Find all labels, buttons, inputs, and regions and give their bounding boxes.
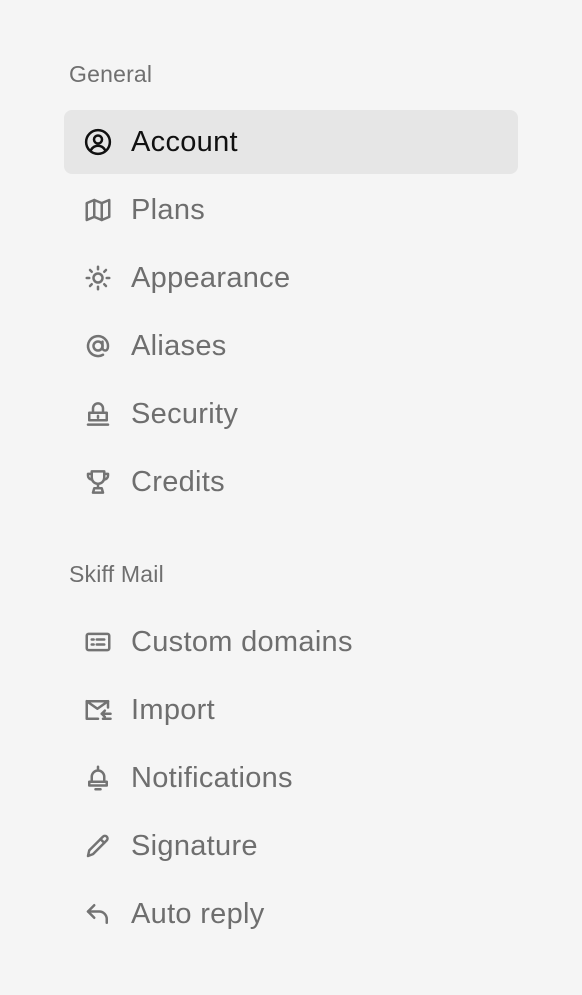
sidebar-item-custom-domains[interactable]: Custom domains <box>64 610 518 674</box>
sidebar-item-auto-reply[interactable]: Auto reply <box>64 882 518 946</box>
sidebar-item-label: Signature <box>131 829 258 862</box>
sidebar-item-label: Security <box>131 397 239 430</box>
sidebar-item-label: Import <box>131 693 215 726</box>
sidebar-item-signature[interactable]: Signature <box>64 814 518 878</box>
sidebar-item-import[interactable]: Import <box>64 678 518 742</box>
import-icon <box>82 694 114 726</box>
sidebar-item-label: Appearance <box>131 261 291 294</box>
sidebar-item-account[interactable]: Account <box>64 110 518 174</box>
sidebar-item-label: Custom domains <box>131 625 353 658</box>
section-title-general: General <box>69 61 153 87</box>
lock-icon <box>82 398 114 430</box>
sidebar-item-label: Auto reply <box>131 897 265 930</box>
sidebar-item-label: Plans <box>131 193 206 226</box>
trophy-icon <box>82 466 114 498</box>
sidebar-item-security[interactable]: Security <box>64 382 518 446</box>
sidebar-item-appearance[interactable]: Appearance <box>64 246 518 310</box>
sidebar-item-label: Notifications <box>131 761 293 794</box>
id-card-icon <box>82 626 114 658</box>
user-circle-icon <box>82 126 114 158</box>
sidebar-item-label: Account <box>131 125 238 158</box>
at-sign-icon <box>82 330 114 362</box>
reply-arrow-icon <box>82 898 114 930</box>
sun-icon <box>82 262 114 294</box>
sidebar-item-credits[interactable]: Credits <box>64 450 518 514</box>
map-icon <box>82 194 114 226</box>
pencil-icon <box>82 830 114 862</box>
sidebar-item-label: Credits <box>131 465 225 498</box>
sidebar-item-plans[interactable]: Plans <box>64 178 518 242</box>
sidebar-item-label: Aliases <box>131 329 227 362</box>
sidebar-item-notifications[interactable]: Notifications <box>64 746 518 810</box>
bell-icon <box>82 762 114 794</box>
sidebar-item-aliases[interactable]: Aliases <box>64 314 518 378</box>
section-title-skiff-mail: Skiff Mail <box>69 561 164 587</box>
